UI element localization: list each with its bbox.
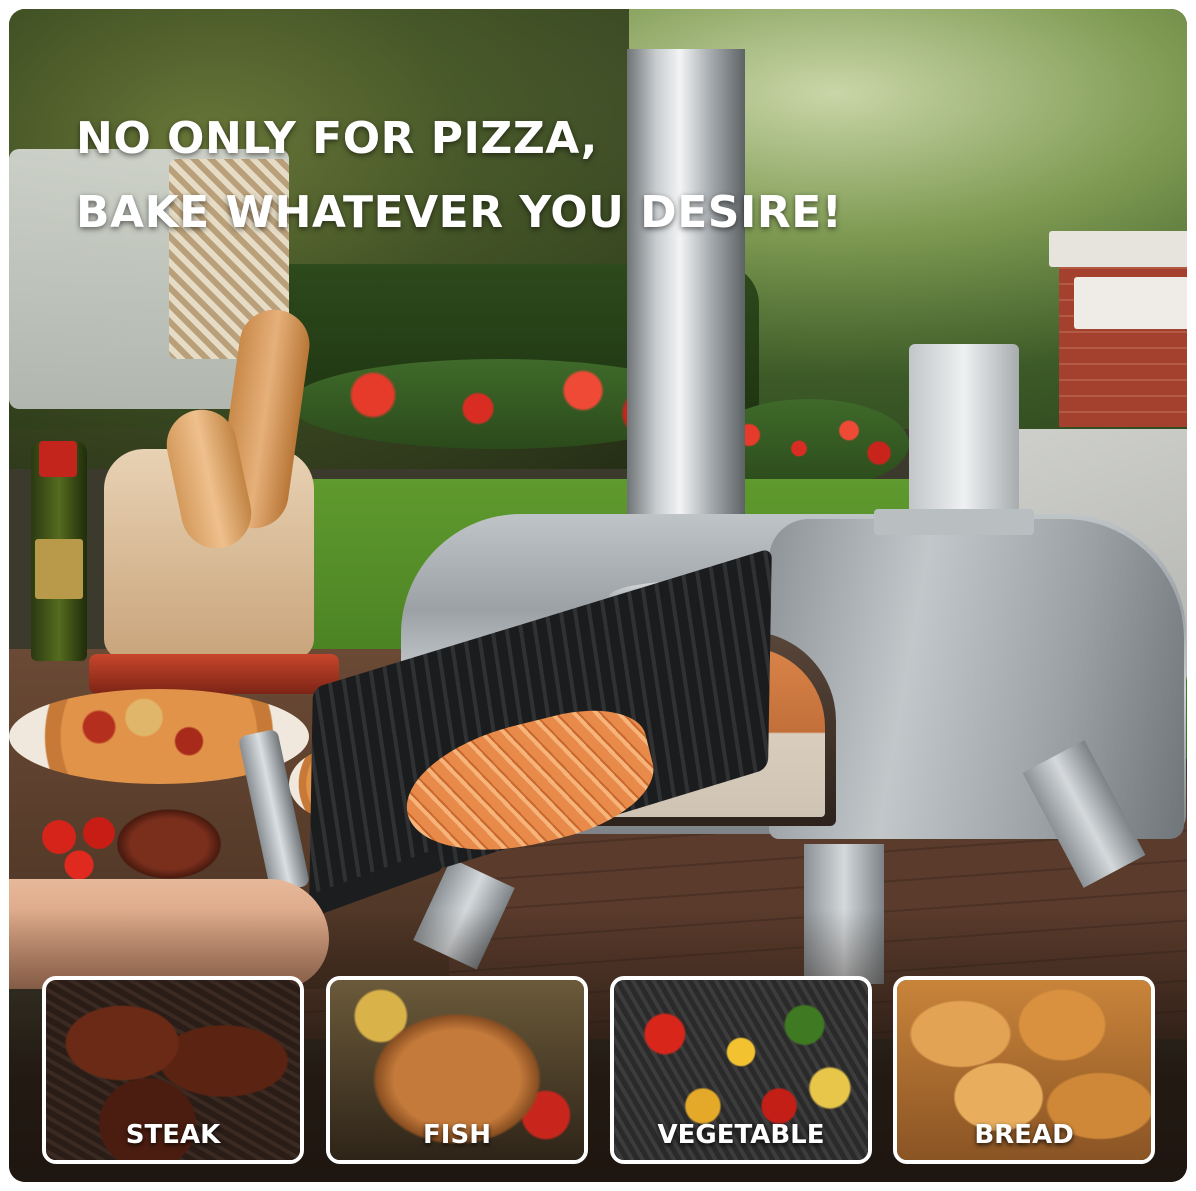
food-card-fish: FISH [326, 976, 588, 1164]
bottle-cap [39, 441, 77, 477]
headline-line-1: NO ONLY FOR PIZZA, [76, 113, 598, 164]
headline-line-2: BAKE WHATEVER YOU DESIRE! [76, 187, 843, 238]
food-card-label: BREAD [974, 1120, 1074, 1150]
hopper-base [874, 509, 1034, 535]
oven-fuel-hopper [909, 344, 1019, 529]
food-card-label: VEGETABLE [657, 1120, 825, 1150]
food-card-bread: BREAD [893, 976, 1155, 1164]
steak-plate [109, 804, 229, 884]
food-tray [89, 654, 339, 694]
bottle-label [35, 539, 83, 599]
headline: NO ONLY FOR PIZZA, BAKE WHATEVER YOU DES… [76, 102, 842, 250]
pillar-cap-lower [1074, 277, 1187, 329]
food-card-steak: STEAK [42, 976, 304, 1164]
food-card-vegetable: VEGETABLE [610, 976, 872, 1164]
food-card-label: STEAK [125, 1120, 221, 1150]
pillar-cap [1049, 231, 1187, 267]
food-card-label: FISH [423, 1120, 491, 1150]
